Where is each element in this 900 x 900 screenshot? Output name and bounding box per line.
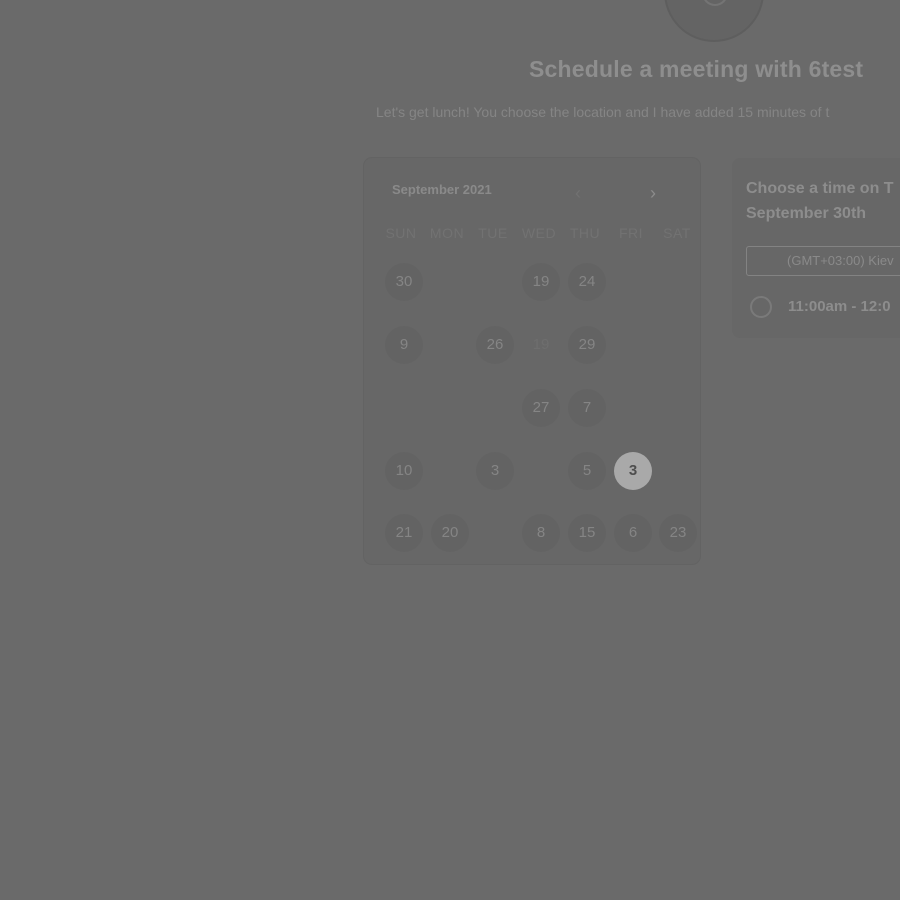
calendar-day[interactable]: 10 bbox=[385, 452, 423, 490]
weekday-mon: MON bbox=[429, 225, 465, 241]
weekday-tue: TUE bbox=[478, 225, 508, 241]
page-subtitle: Let's get lunch! You choose the location… bbox=[376, 104, 830, 120]
time-slot-option[interactable]: 11:00am - 12:0 bbox=[750, 295, 900, 321]
host-avatar bbox=[664, 0, 764, 42]
calendar-card: September 2021 ‹ › SUN MON TUE WED THU F… bbox=[364, 158, 700, 564]
radio-icon[interactable] bbox=[750, 296, 772, 318]
chevron-left-icon[interactable]: ‹ bbox=[566, 182, 590, 206]
avatar-shape bbox=[702, 0, 728, 6]
calendar-day[interactable]: 20 bbox=[431, 514, 469, 552]
weekday-wed: WED bbox=[521, 225, 557, 241]
calendar-day[interactable]: 5 bbox=[568, 452, 606, 490]
page-title: Schedule a meeting with 6test bbox=[529, 56, 864, 82]
calendar-day[interactable]: 21 bbox=[385, 514, 423, 552]
chevron-right-icon[interactable]: › bbox=[641, 182, 665, 206]
calendar-day[interactable]: 15 bbox=[568, 514, 606, 552]
calendar-day[interactable]: 29 bbox=[568, 326, 606, 364]
calendar-day[interactable]: 26 bbox=[476, 326, 514, 364]
time-picker-heading-line2: September 30th bbox=[746, 205, 867, 222]
weekday-thu: THU bbox=[569, 225, 601, 241]
calendar-day[interactable]: 30 bbox=[385, 263, 423, 301]
calendar-day: 19 bbox=[532, 336, 550, 353]
weekday-sat: SAT bbox=[663, 225, 691, 241]
time-picker-heading-line1: Choose a time on T bbox=[746, 180, 894, 197]
calendar-day[interactable]: 6 bbox=[614, 514, 652, 552]
time-picker-heading: Choose a time on T September 30th bbox=[746, 176, 900, 226]
scheduling-page: Schedule a meeting with 6test Let's get … bbox=[0, 0, 900, 900]
weekday-fri: FRI bbox=[618, 225, 644, 241]
calendar-day[interactable]: 7 bbox=[568, 389, 606, 427]
weekday-sun: SUN bbox=[385, 225, 417, 241]
calendar-day[interactable]: 27 bbox=[522, 389, 560, 427]
calendar-day-selected[interactable]: 3 bbox=[614, 452, 652, 490]
calendar-day[interactable]: 8 bbox=[522, 514, 560, 552]
calendar-month-label: September 2021 bbox=[392, 182, 492, 197]
time-slot-label: 11:00am - 12:0 bbox=[788, 298, 891, 315]
timezone-select[interactable]: (GMT+03:00) Kiev bbox=[746, 246, 900, 276]
calendar-day[interactable]: 23 bbox=[659, 514, 697, 552]
calendar-day[interactable]: 19 bbox=[522, 263, 560, 301]
calendar-day[interactable]: 24 bbox=[568, 263, 606, 301]
calendar-day[interactable]: 3 bbox=[476, 452, 514, 490]
time-picker-card: Choose a time on T September 30th (GMT+0… bbox=[732, 158, 900, 338]
calendar-day[interactable]: 9 bbox=[385, 326, 423, 364]
weekday-header: SUN MON TUE WED THU FRI SAT bbox=[378, 225, 700, 245]
